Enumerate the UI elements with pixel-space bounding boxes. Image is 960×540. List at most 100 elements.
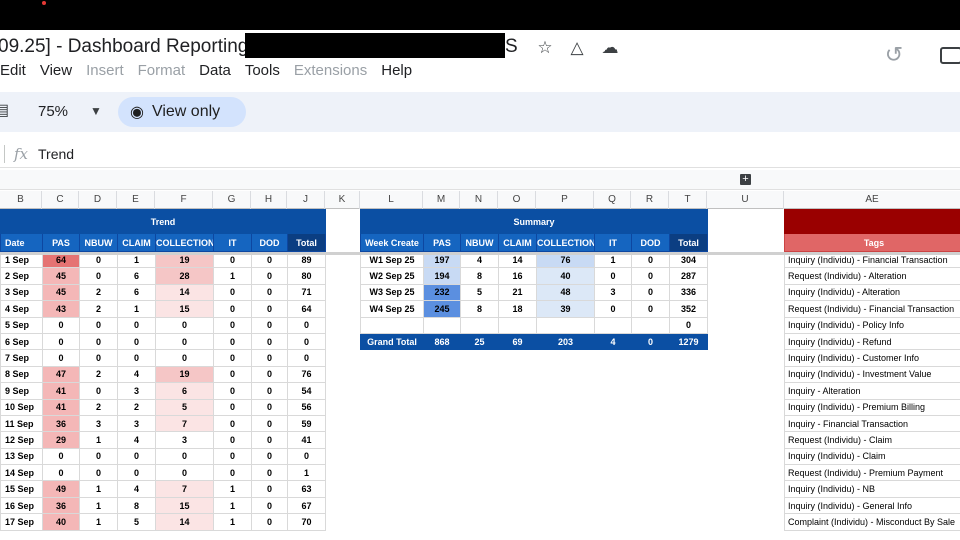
trend-cell-pas[interactable]: 0 xyxy=(42,316,80,334)
trend-cell-pas[interactable]: 29 xyxy=(42,431,80,449)
trend-cell-total[interactable]: 67 xyxy=(286,496,327,515)
grand-total-nbuw[interactable]: 25 xyxy=(460,332,499,351)
trend-cell-claim[interactable]: 3 xyxy=(117,382,156,400)
menu-format[interactable]: Format xyxy=(131,60,193,82)
trend-cell-nbuw[interactable]: 0 xyxy=(79,349,118,367)
trend-cell-it[interactable]: 0 xyxy=(213,447,252,466)
trend-cell-it[interactable]: 1 xyxy=(213,513,252,531)
summary-cell-it[interactable]: 0 xyxy=(594,267,632,285)
expand-group-icon[interactable]: + xyxy=(740,174,751,185)
summary-cell-claim[interactable]: 21 xyxy=(498,283,537,302)
print-icon[interactable]: ▤ xyxy=(0,103,12,119)
summary-cell-dod[interactable]: 0 xyxy=(631,283,670,302)
trend-cell-collection[interactable]: 15 xyxy=(155,300,214,318)
trend-cell-collection[interactable]: 19 xyxy=(155,365,214,384)
column-header-C[interactable]: C xyxy=(42,191,79,209)
trend-cell-pas[interactable]: 45 xyxy=(42,283,80,302)
trend-cell-dod[interactable]: 0 xyxy=(251,480,288,498)
trend-cell-collection[interactable]: 7 xyxy=(155,414,214,433)
version-history-icon[interactable]: ↺ xyxy=(882,43,906,67)
summary-cell-dod[interactable]: 0 xyxy=(631,267,670,285)
cloud-status-icon[interactable]: ☁ xyxy=(600,38,620,58)
tag-cell[interactable]: Complaint (Individu) - Misconduct By Sal… xyxy=(784,513,960,531)
trend-cell-nbuw[interactable]: 0 xyxy=(79,382,118,400)
trend-cell-dod[interactable]: 0 xyxy=(251,382,288,400)
summary-cell-nbuw[interactable]: 8 xyxy=(460,267,499,285)
trend-cell-collection[interactable]: 6 xyxy=(155,382,214,400)
trend-header-it[interactable]: IT xyxy=(213,233,252,252)
menu-insert[interactable]: Insert xyxy=(79,60,131,82)
trend-cell-date[interactable]: 6 Sep xyxy=(0,332,43,351)
column-header-J[interactable]: J xyxy=(287,191,325,209)
trend-cell-dod[interactable]: 0 xyxy=(251,431,288,449)
trend-cell-pas[interactable]: 49 xyxy=(42,480,80,498)
column-header-B[interactable]: B xyxy=(0,191,42,209)
trend-cell-nbuw[interactable]: 0 xyxy=(79,464,118,482)
trend-cell-nbuw[interactable]: 3 xyxy=(79,414,118,433)
trend-cell-total[interactable]: 0 xyxy=(286,349,327,367)
trend-cell-nbuw[interactable]: 0 xyxy=(79,267,118,285)
trend-cell-it[interactable]: 0 xyxy=(213,431,252,449)
trend-header-nbuw[interactable]: NBUW xyxy=(79,233,118,252)
summary-cell-nbuw[interactable] xyxy=(460,316,499,334)
summary-header-week[interactable]: Week Create xyxy=(360,233,424,252)
tags-title-cell[interactable] xyxy=(784,209,960,234)
trend-cell-date[interactable]: 2 Sep xyxy=(0,267,43,285)
trend-cell-total[interactable]: 0 xyxy=(286,332,327,351)
trend-cell-date[interactable]: 11 Sep xyxy=(0,414,43,433)
menu-help[interactable]: Help xyxy=(374,60,419,82)
summary-cell-collection[interactable]: 48 xyxy=(536,283,595,302)
trend-cell-collection[interactable]: 14 xyxy=(155,513,214,531)
trend-cell-nbuw[interactable]: 0 xyxy=(79,316,118,334)
trend-cell-dod[interactable]: 0 xyxy=(251,513,288,531)
column-header-F[interactable]: F xyxy=(155,191,213,209)
trend-cell-it[interactable]: 0 xyxy=(213,300,252,318)
tag-cell[interactable]: Inquiry (Individu) - General Info xyxy=(784,496,960,515)
summary-header-collection[interactable]: COLLECTION xyxy=(536,233,595,252)
trend-cell-nbuw[interactable]: 1 xyxy=(79,496,118,515)
grand-total-dod[interactable]: 0 xyxy=(631,332,670,351)
summary-header-total[interactable]: Total xyxy=(668,233,709,252)
trend-header-collection[interactable]: COLLECTION xyxy=(155,233,214,252)
trend-cell-claim[interactable]: 4 xyxy=(117,480,156,498)
summary-title[interactable]: Summary xyxy=(359,209,709,234)
trend-cell-claim[interactable]: 8 xyxy=(117,496,156,515)
trend-cell-claim[interactable]: 3 xyxy=(117,414,156,433)
trend-cell-claim[interactable]: 0 xyxy=(117,316,156,334)
trend-header-pas[interactable]: PAS xyxy=(42,233,80,252)
menu-view[interactable]: View xyxy=(33,60,79,82)
trend-cell-claim[interactable]: 2 xyxy=(117,398,156,416)
trend-cell-dod[interactable]: 0 xyxy=(251,414,288,433)
trend-cell-collection[interactable]: 15 xyxy=(155,496,214,515)
summary-cell-pas[interactable] xyxy=(423,316,461,334)
summary-cell-claim[interactable]: 18 xyxy=(498,300,537,318)
trend-cell-nbuw[interactable]: 1 xyxy=(79,480,118,498)
trend-cell-pas[interactable]: 45 xyxy=(42,267,80,285)
tag-cell[interactable]: Request (Individu) - Premium Payment xyxy=(784,464,960,482)
trend-cell-total[interactable]: 70 xyxy=(286,513,327,531)
trend-cell-total[interactable]: 71 xyxy=(286,283,327,302)
trend-cell-nbuw[interactable]: 1 xyxy=(79,513,118,531)
trend-cell-date[interactable]: 15 Sep xyxy=(0,480,43,498)
trend-cell-total[interactable]: 1 xyxy=(286,464,327,482)
trend-cell-nbuw[interactable]: 2 xyxy=(79,365,118,384)
trend-cell-dod[interactable]: 0 xyxy=(251,365,288,384)
grand-total-collection[interactable]: 203 xyxy=(536,332,595,351)
summary-cell-claim[interactable]: 16 xyxy=(498,267,537,285)
trend-cell-total[interactable]: 80 xyxy=(286,267,327,285)
trend-cell-pas[interactable]: 36 xyxy=(42,496,80,515)
tag-cell[interactable]: Request (Individu) - Claim xyxy=(784,431,960,449)
trend-cell-pas[interactable]: 41 xyxy=(42,382,80,400)
trend-cell-collection[interactable]: 0 xyxy=(155,316,214,334)
trend-cell-date[interactable]: 12 Sep xyxy=(0,431,43,449)
view-only-button[interactable]: ◉ View only xyxy=(118,97,246,127)
trend-cell-date[interactable]: 5 Sep xyxy=(0,316,43,334)
tag-cell[interactable]: Inquiry (Individu) - Policy Info xyxy=(784,316,960,334)
menu-data[interactable]: Data xyxy=(192,60,238,82)
column-header-K[interactable]: K xyxy=(325,191,360,209)
trend-cell-total[interactable]: 76 xyxy=(286,365,327,384)
trend-header-claim[interactable]: CLAIM xyxy=(117,233,156,252)
summary-cell-collection[interactable] xyxy=(536,316,595,334)
trend-cell-pas[interactable]: 47 xyxy=(42,365,80,384)
trend-cell-total[interactable]: 63 xyxy=(286,480,327,498)
